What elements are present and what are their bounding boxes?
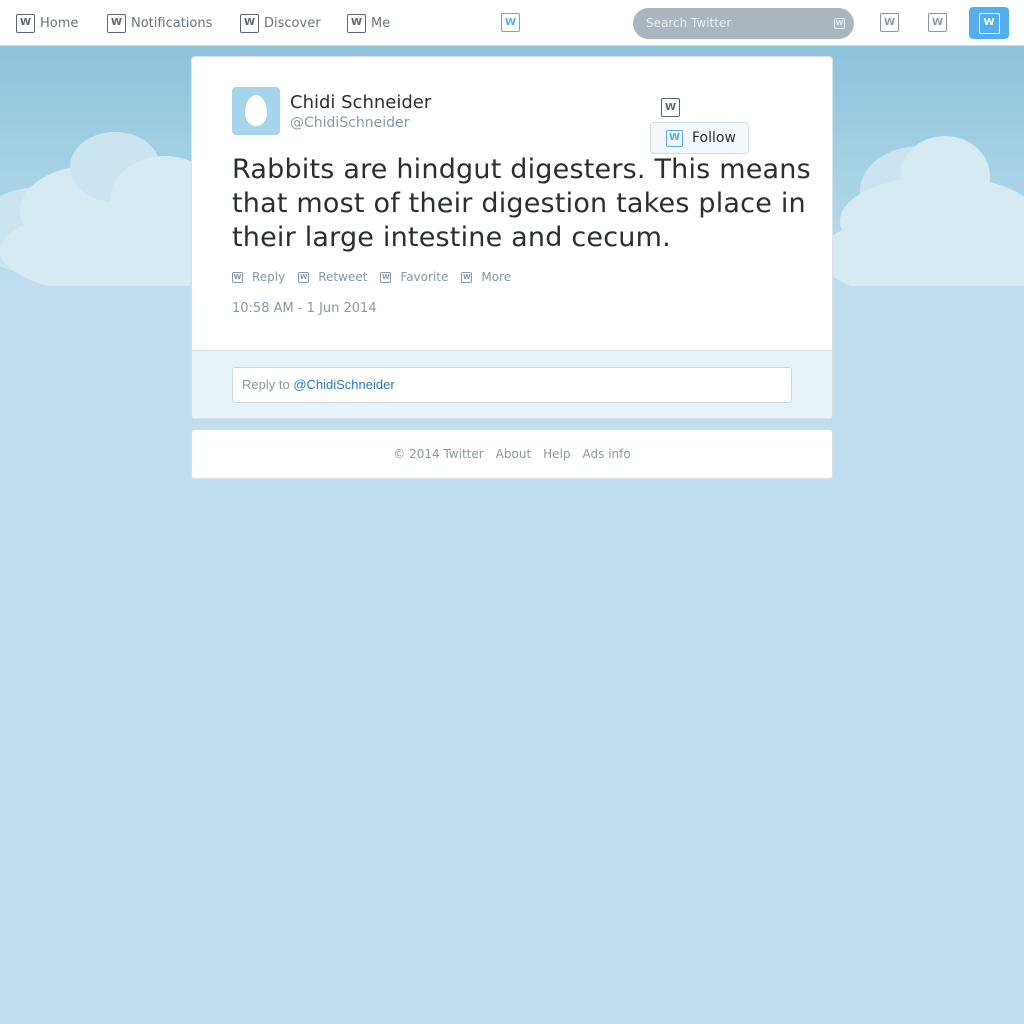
follow-icon: W: [666, 129, 683, 147]
discover-icon: W: [240, 13, 259, 33]
notifications-icon: W: [107, 13, 126, 33]
nav-me-label: Me: [371, 15, 391, 31]
direct-messages-icon[interactable]: W: [880, 13, 899, 32]
reply-input[interactable]: Reply to @ChidiSchneider: [232, 367, 792, 403]
retweet-icon: W: [298, 271, 310, 283]
default-egg-avatar-icon: [245, 95, 267, 126]
me-icon: W: [347, 13, 366, 33]
reply-mention: @ChidiSchneider: [293, 377, 395, 392]
retweet-action[interactable]: W Retweet: [298, 270, 367, 284]
nav-discover-label: Discover: [264, 15, 321, 31]
follow-button[interactable]: W Follow: [650, 122, 749, 154]
settings-icon[interactable]: W: [928, 13, 947, 32]
avatar[interactable]: [232, 87, 280, 135]
follow-button-label: Follow: [692, 130, 736, 146]
user-actions-icon[interactable]: W: [661, 98, 680, 117]
reply-icon: W: [232, 271, 243, 283]
reply-area: Reply to @ChidiSchneider: [192, 350, 832, 418]
footer-ads-info-link[interactable]: Ads info: [583, 447, 631, 461]
tweet-actions: W Reply W Retweet W Favorite W More: [232, 270, 524, 284]
reply-prefix: Reply to: [242, 377, 294, 392]
search-placeholder: Search Twitter: [646, 16, 732, 30]
favorite-action[interactable]: W Favorite: [380, 270, 448, 284]
search-icon[interactable]: W: [834, 18, 845, 29]
search-input[interactable]: Search Twitter W: [633, 8, 854, 39]
tweet-card: Chidi Schneider @ChidiSchneider W W Foll…: [191, 56, 833, 419]
favorite-action-label: Favorite: [400, 270, 449, 284]
footer-copyright: © 2014 Twitter: [393, 447, 484, 461]
user-handle[interactable]: @ChidiSchneider: [290, 115, 409, 131]
retweet-action-label: Retweet: [318, 270, 368, 284]
top-navigation-bar: W Home W Notifications W Discover W Me W…: [0, 0, 1024, 46]
reply-action[interactable]: W Reply: [232, 270, 285, 284]
user-fullname[interactable]: Chidi Schneider: [290, 92, 431, 113]
nav-discover[interactable]: W Discover: [240, 0, 321, 46]
twitter-bird-logo-icon[interactable]: W: [501, 13, 520, 32]
reply-action-label: Reply: [252, 270, 286, 284]
footer-help-link[interactable]: Help: [543, 447, 570, 461]
nav-notifications-label: Notifications: [131, 15, 213, 31]
footer: © 2014 Twitter About Help Ads info: [191, 429, 833, 479]
compose-icon: W: [978, 12, 1000, 34]
more-action[interactable]: W More: [461, 270, 511, 284]
nav-home-label: Home: [40, 15, 79, 31]
nav-me[interactable]: W Me: [347, 0, 390, 46]
more-icon: W: [461, 271, 473, 283]
tweet-timestamp[interactable]: 10:58 AM - 1 Jun 2014: [232, 301, 377, 316]
more-action-label: More: [481, 270, 512, 284]
home-icon: W: [16, 13, 35, 33]
footer-about-link[interactable]: About: [496, 447, 531, 461]
nav-home[interactable]: W Home: [16, 0, 78, 46]
tweet-text: Rabbits are hindgut digesters. This mean…: [232, 154, 811, 253]
favorite-icon: W: [380, 271, 392, 283]
nav-notifications[interactable]: W Notifications: [107, 0, 212, 46]
compose-tweet-button[interactable]: W: [969, 7, 1009, 39]
